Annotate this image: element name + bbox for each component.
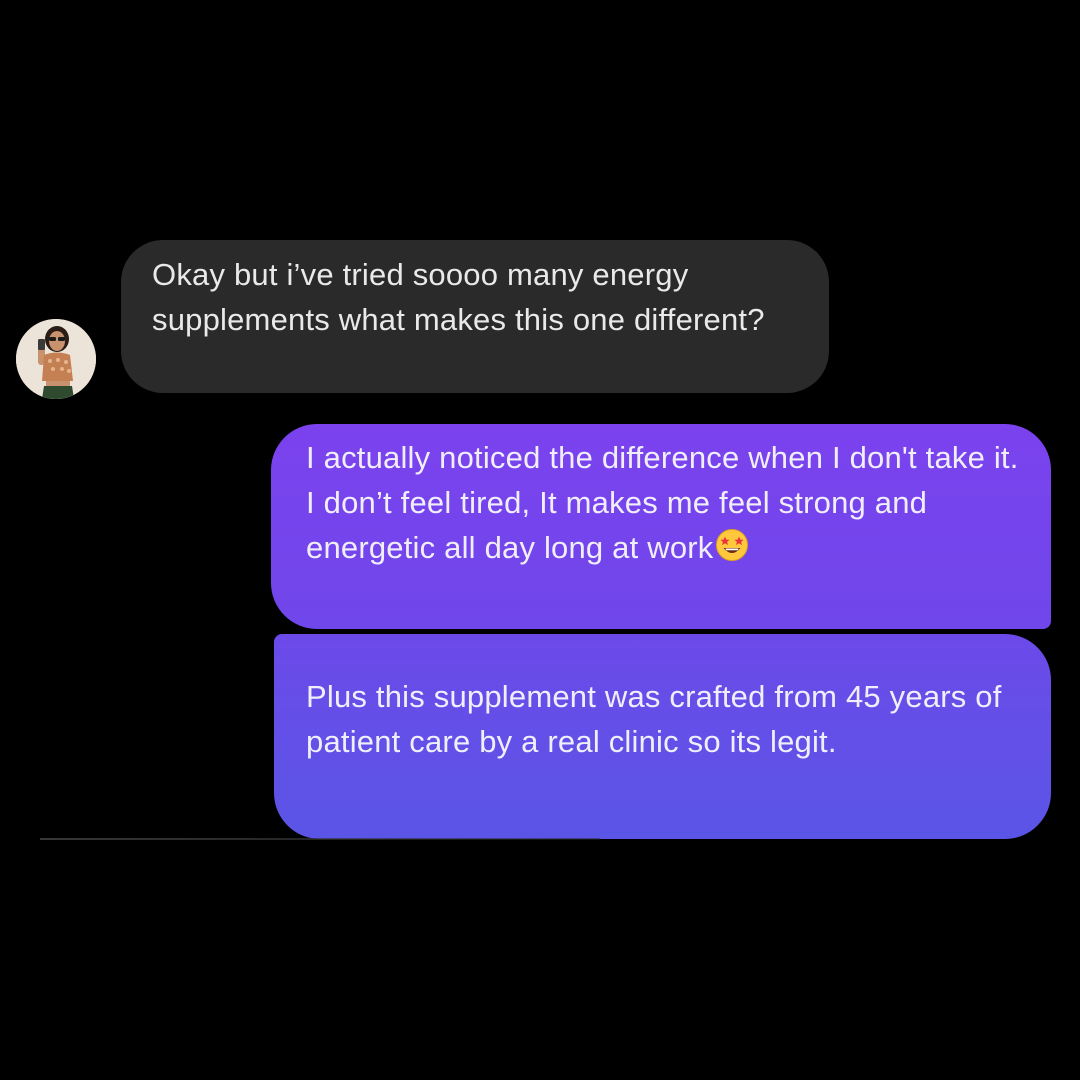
incoming-message-bubble[interactable]: Okay but i’ve tried soooo many energy su…: [121, 240, 829, 393]
outgoing-message-bubble[interactable]: Plus this supplement was crafted from 45…: [274, 634, 1051, 839]
avatar-photo: [16, 319, 96, 399]
divider: [40, 838, 600, 840]
incoming-message-text: Okay but i’ve tried soooo many energy su…: [152, 257, 765, 337]
avatar[interactable]: [16, 319, 96, 399]
outgoing-message-text: I actually noticed the difference when I…: [306, 440, 1019, 565]
star-struck-emoji-icon: [715, 528, 749, 562]
outgoing-message-bubble[interactable]: I actually noticed the difference when I…: [271, 424, 1051, 629]
outgoing-message-text: Plus this supplement was crafted from 45…: [306, 679, 1002, 759]
chat-thread: Okay but i’ve tried soooo many energy su…: [0, 0, 1080, 1080]
